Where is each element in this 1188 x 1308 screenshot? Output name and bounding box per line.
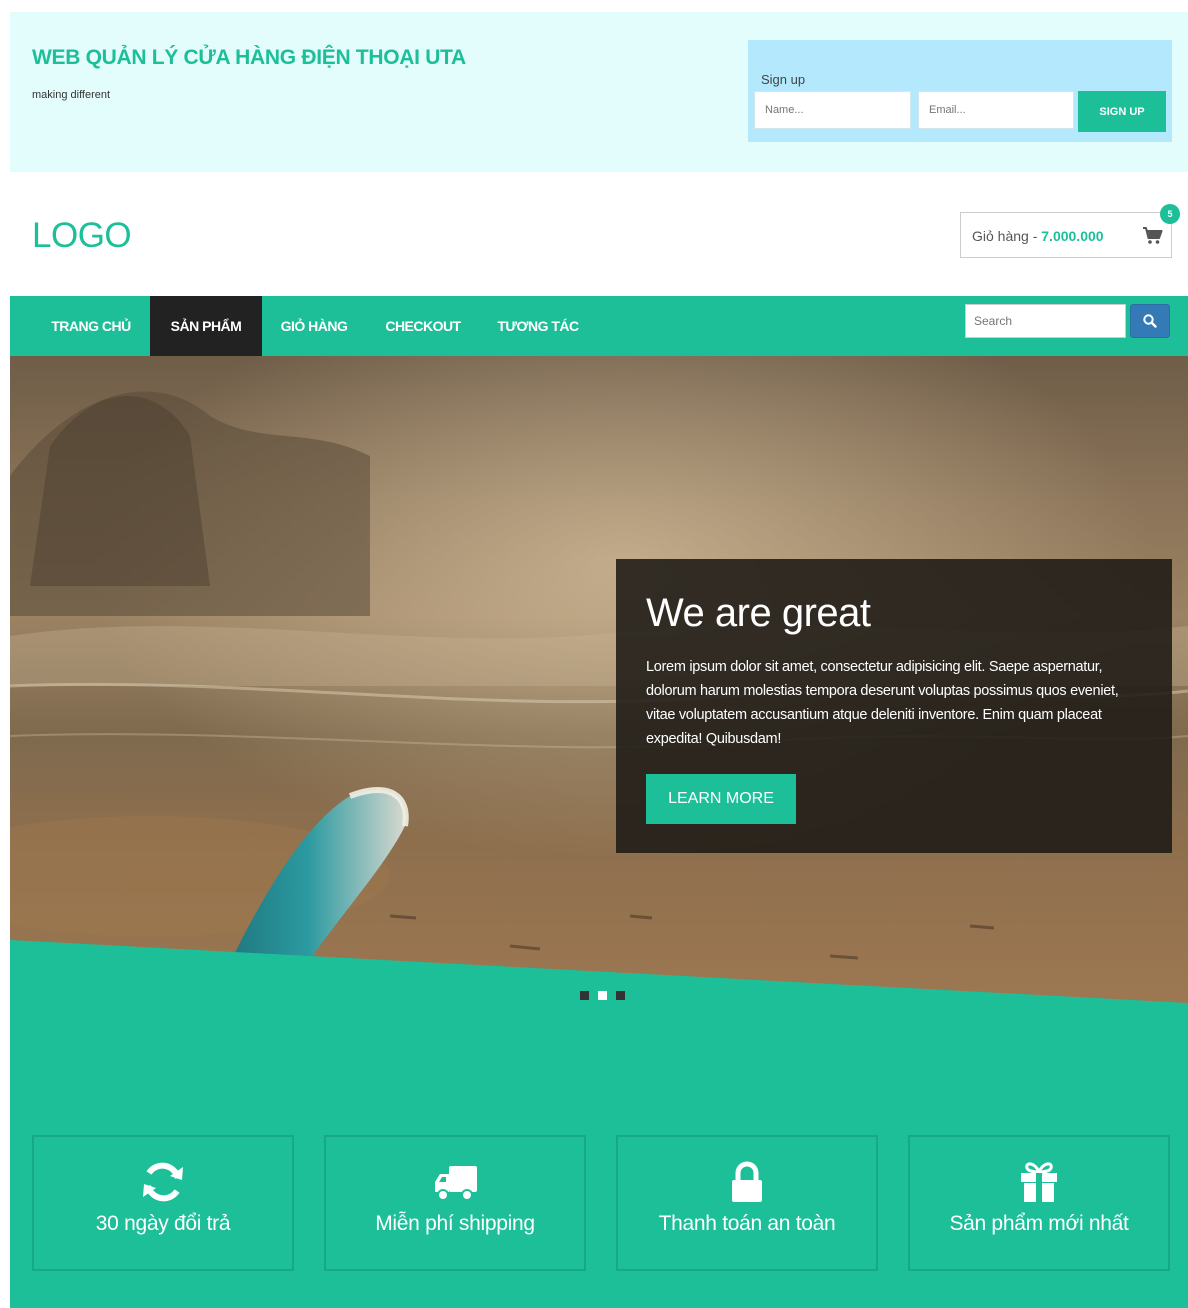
cart-label-text: Giỏ hàng - xyxy=(972,228,1042,244)
feature-return: 30 ngày đổi trả xyxy=(32,1135,294,1271)
lock-icon xyxy=(732,1161,762,1202)
main-nav: TRANG CHỦ SẢN PHẨM GIỎ HÀNG CHECKOUT TƯƠ… xyxy=(10,296,1188,356)
cart-amount: 7.000.000 xyxy=(1041,228,1104,244)
feature-label: Sản phẩm mới nhất xyxy=(949,1212,1129,1235)
search-icon xyxy=(1143,314,1157,328)
learn-more-button[interactable]: LEARN MORE xyxy=(646,774,796,824)
nav-item-tuong-tac[interactable]: TƯƠNG TÁC xyxy=(480,296,596,356)
feature-label: Thanh toán an toàn xyxy=(658,1212,836,1235)
refresh-icon xyxy=(143,1162,183,1202)
search-input[interactable] xyxy=(965,304,1126,338)
feature-secure-payment: Thanh toán an toàn xyxy=(616,1135,878,1271)
cart-label: Giỏ hàng - 7.000.000 xyxy=(972,228,1104,244)
nav-item-trang-chu[interactable]: TRANG CHỦ xyxy=(32,296,150,356)
signup-label: Sign up xyxy=(761,72,806,87)
cart-button[interactable]: Giỏ hàng - 7.000.000 xyxy=(960,212,1172,258)
slide-indicator-1[interactable] xyxy=(580,991,589,1000)
nav-item-san-pham[interactable]: SẢN PHẨM xyxy=(150,296,262,356)
feature-label: Miễn phí shipping xyxy=(375,1212,535,1235)
hero-text: Lorem ipsum dolor sit amet, consectetur … xyxy=(646,659,1119,747)
email-input[interactable] xyxy=(918,91,1074,129)
shopping-cart-icon xyxy=(1143,227,1163,244)
nav-item-gio-hang[interactable]: GIỎ HÀNG xyxy=(262,296,366,356)
truck-icon xyxy=(435,1166,477,1201)
hero-caption: We are great Lorem ipsum dolor sit amet,… xyxy=(616,559,1172,853)
hero-slider: We are great Lorem ipsum dolor sit amet,… xyxy=(10,356,1188,1008)
slide-indicator-3[interactable] xyxy=(616,991,625,1000)
logo[interactable]: LOGO xyxy=(32,216,132,256)
feature-new-products: Sản phẩm mới nhất xyxy=(908,1135,1170,1271)
nav-item-checkout[interactable]: CHECKOUT xyxy=(366,296,480,356)
search-button[interactable] xyxy=(1130,304,1170,338)
hero-title: We are great xyxy=(646,591,871,635)
site-tagline: making different xyxy=(32,89,111,101)
signup-button[interactable]: SIGN UP xyxy=(1078,91,1166,132)
signup-form: Sign up SIGN UP xyxy=(748,40,1172,142)
slide-indicator-2[interactable] xyxy=(598,991,607,1000)
name-input[interactable] xyxy=(754,91,911,129)
cart-count-badge: 5 xyxy=(1160,204,1180,224)
site-title: WEB QUẢN LÝ CỬA HÀNG ĐIỆN THOẠI UTA xyxy=(32,46,466,69)
top-header: WEB QUẢN LÝ CỬA HÀNG ĐIỆN THOẠI UTA maki… xyxy=(10,12,1188,172)
gift-icon xyxy=(1021,1162,1057,1202)
feature-shipping: Miễn phí shipping xyxy=(324,1135,586,1271)
feature-label: 30 ngày đổi trả xyxy=(95,1212,231,1235)
